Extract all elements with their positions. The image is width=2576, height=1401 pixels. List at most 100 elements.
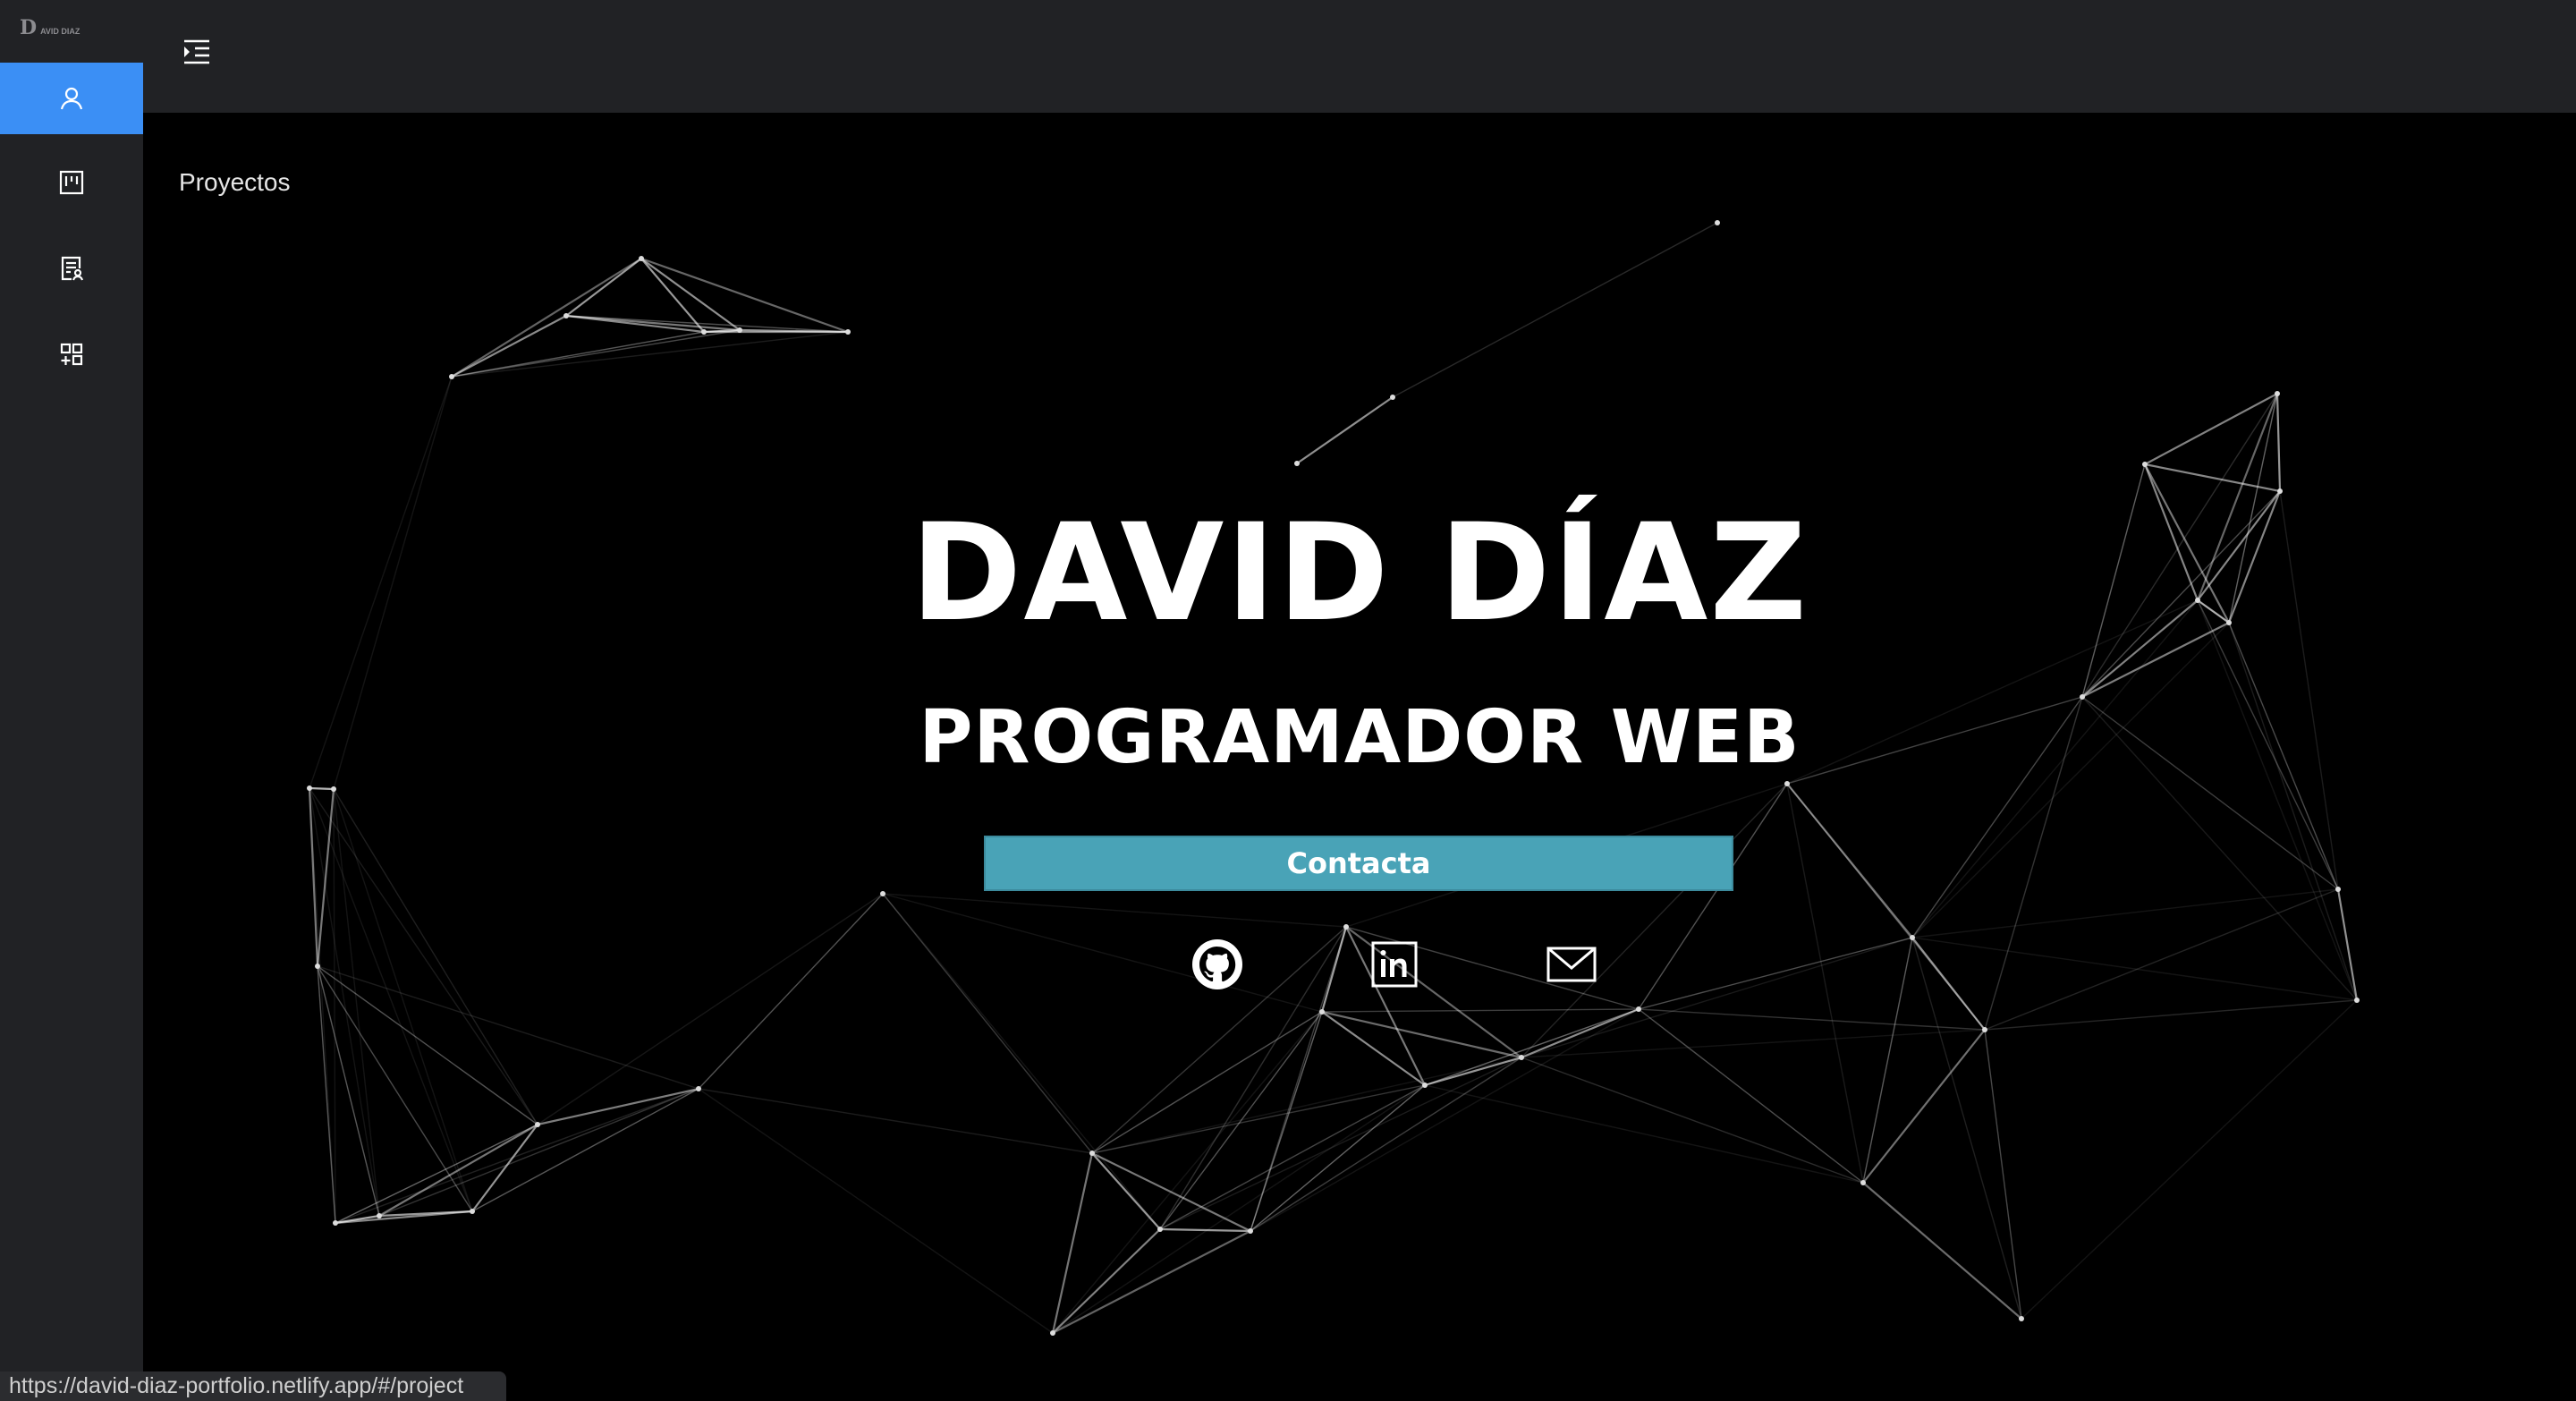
- network-line: [1638, 937, 1913, 1010]
- network-line: [1424, 1008, 1640, 1086]
- network-node: [1982, 1027, 1987, 1032]
- network-line: [1862, 1029, 1986, 1184]
- network-line: [1984, 1029, 2022, 1320]
- network-line: [1250, 1057, 1522, 1232]
- network-node: [449, 374, 454, 379]
- network-line: [309, 786, 335, 791]
- network-line: [537, 893, 884, 1125]
- network-node: [1784, 781, 1790, 786]
- network-node: [2142, 462, 2148, 467]
- network-line: [1984, 999, 2358, 1031]
- network-node: [535, 1122, 540, 1127]
- network-line: [640, 258, 741, 331]
- network-node: [470, 1209, 475, 1214]
- network-line: [1521, 1029, 1986, 1058]
- network-line: [335, 1088, 699, 1224]
- network-node: [1248, 1228, 1253, 1234]
- network-node: [333, 1220, 338, 1226]
- network-node: [2335, 887, 2341, 892]
- network-node: [880, 891, 886, 896]
- network-line: [565, 314, 741, 332]
- status-bar-url: https://david-diaz-portfolio.netlify.app…: [0, 1371, 506, 1401]
- network-line: [1250, 1084, 1426, 1232]
- network-line: [1521, 1007, 1640, 1059]
- network-line: [1159, 1057, 1522, 1230]
- network-line: [1392, 222, 1718, 398]
- network-line: [1159, 1011, 1323, 1230]
- sidebar-item-projects[interactable]: [0, 147, 143, 218]
- network-line: [1638, 1008, 1986, 1031]
- hero-name: DAVID DÍAZ: [910, 496, 1809, 651]
- sidebar-item-about[interactable]: [0, 63, 143, 134]
- network-node: [1519, 1055, 1524, 1060]
- network-node: [2080, 694, 2085, 700]
- network-node: [696, 1086, 701, 1091]
- network-node: [1390, 395, 1395, 400]
- network-node: [1343, 924, 1349, 930]
- network-line: [1862, 937, 1913, 1184]
- contact-button[interactable]: Contacta: [984, 836, 1733, 891]
- kanban-board-icon: [59, 170, 84, 195]
- network-node: [377, 1213, 382, 1218]
- network-line: [882, 893, 1161, 1230]
- network-node: [1910, 935, 1915, 940]
- network-line: [1052, 1228, 1161, 1334]
- network-line: [882, 893, 1323, 1013]
- network-line: [698, 1088, 1093, 1154]
- linkedin-link[interactable]: [1366, 936, 1423, 993]
- network-line: [2228, 622, 2358, 1001]
- github-link[interactable]: [1189, 936, 1246, 993]
- network-node: [315, 964, 320, 969]
- email-link[interactable]: [1543, 936, 1600, 993]
- network-line: [1521, 1057, 1864, 1184]
- network-line: [882, 893, 1347, 928]
- user-icon: [60, 87, 83, 110]
- top-bar: [143, 0, 2576, 113]
- network-line: [565, 258, 642, 317]
- network-line: [1862, 1182, 2022, 1320]
- network-node: [2019, 1316, 2024, 1321]
- linkedin-icon: [1371, 941, 1418, 988]
- network-node: [2275, 391, 2280, 396]
- network-line: [378, 1088, 699, 1217]
- document-user-icon: [61, 256, 84, 281]
- network-line: [2197, 599, 2358, 1001]
- network-line: [1091, 1011, 1323, 1154]
- network-line: [1321, 1008, 1640, 1013]
- logo-mark: D: [20, 16, 38, 39]
- network-line: [2336, 888, 2359, 1001]
- network-node: [1715, 220, 1720, 225]
- network-node: [1157, 1227, 1163, 1232]
- network-line: [471, 1088, 699, 1212]
- network-line: [1424, 1084, 1864, 1184]
- network-node: [2354, 998, 2360, 1003]
- network-line: [317, 965, 699, 1090]
- site-logo[interactable]: D AVID DIAZ: [20, 16, 80, 39]
- network-line: [1091, 1084, 1426, 1154]
- menu-toggle-button[interactable]: [181, 36, 213, 68]
- network-line: [1911, 888, 2339, 938]
- network-line: [1296, 396, 1394, 464]
- network-line: [1911, 622, 2230, 938]
- network-line: [317, 965, 473, 1212]
- network-node: [1636, 1006, 1641, 1012]
- network-node: [639, 256, 644, 261]
- network-line: [1911, 937, 2358, 1001]
- network-line: [2144, 393, 2278, 465]
- network-node: [1294, 461, 1300, 466]
- network-node: [1050, 1330, 1055, 1336]
- breadcrumb[interactable]: Proyectos: [179, 168, 291, 197]
- network-line: [1638, 1008, 1864, 1184]
- network-line: [471, 1124, 538, 1212]
- network-line: [1984, 888, 2339, 1031]
- network-line: [1250, 1011, 1323, 1232]
- network-line: [2275, 393, 2282, 492]
- mail-icon: [1546, 947, 1597, 982]
- sidebar-item-skills[interactable]: [0, 318, 143, 390]
- network-line: [1052, 1011, 1323, 1334]
- main-content: Proyectos DAVID DÍAZ PROGRAMADOR WEB Con…: [143, 113, 2576, 1401]
- network-node: [1860, 1180, 1866, 1185]
- network-line: [335, 1124, 538, 1224]
- network-line: [698, 893, 884, 1090]
- sidebar-item-resume[interactable]: [0, 233, 143, 304]
